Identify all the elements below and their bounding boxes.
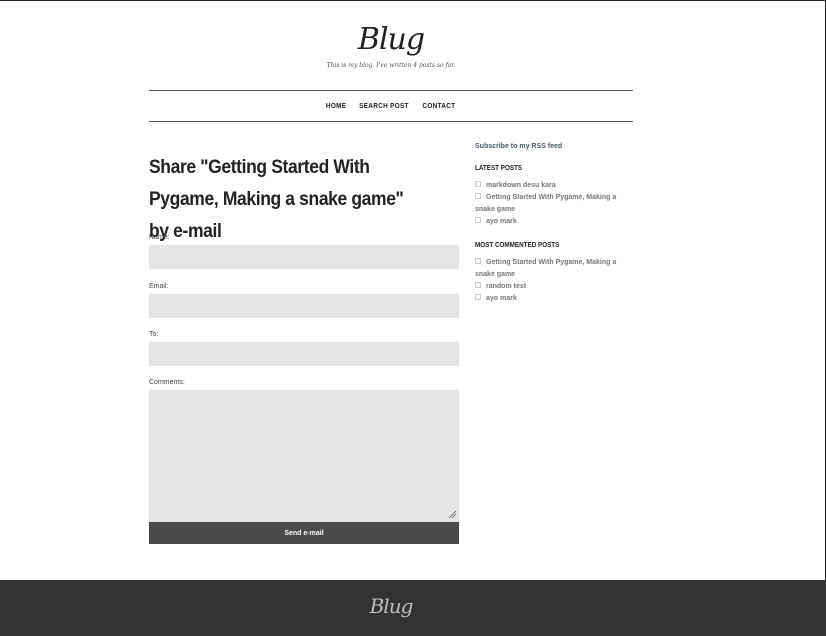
email-label: Email: bbox=[149, 283, 169, 290]
footer: Blug bbox=[0, 580, 826, 636]
most-commented-item[interactable]: ayo mark bbox=[475, 293, 635, 305]
nav-search-post[interactable]: SEARCH POST bbox=[359, 103, 409, 110]
comments-textarea[interactable] bbox=[149, 390, 459, 522]
most-commented-list: Getting Started With Pygame, Making a sn… bbox=[475, 257, 635, 305]
comments-label: Comments: bbox=[149, 379, 185, 386]
square-bullet-icon bbox=[475, 181, 481, 187]
page-title: Share "Getting Started With Pygame, Maki… bbox=[149, 157, 404, 242]
latest-post-item[interactable]: Getting Started With Pygame, Making a sn… bbox=[475, 192, 635, 216]
to-label: To: bbox=[149, 331, 159, 338]
main-nav: HOME SEARCH POST CONTACT bbox=[149, 90, 633, 122]
latest-posts-list: markdown desu kara Getting Started With … bbox=[475, 180, 635, 228]
square-bullet-icon bbox=[475, 258, 481, 264]
site-tagline: This is my blog. I've written 4 posts so… bbox=[326, 62, 456, 69]
nav-home[interactable]: HOME bbox=[326, 103, 346, 110]
square-bullet-icon bbox=[475, 294, 481, 300]
footer-logo[interactable]: Blug bbox=[0, 594, 782, 618]
send-email-button[interactable]: Send e-mail bbox=[149, 522, 459, 544]
to-input[interactable] bbox=[149, 342, 459, 366]
nav-contact[interactable]: CONTACT bbox=[423, 103, 456, 110]
email-input[interactable] bbox=[149, 294, 459, 318]
resize-grip-icon[interactable] bbox=[448, 510, 457, 519]
most-commented-item[interactable]: random test bbox=[475, 281, 635, 293]
most-commented-item[interactable]: Getting Started With Pygame, Making a sn… bbox=[475, 257, 635, 281]
latest-post-item[interactable]: ayo mark bbox=[475, 216, 635, 228]
top-border bbox=[0, 0, 826, 1]
latest-post-item[interactable]: markdown desu kara bbox=[475, 180, 635, 192]
latest-posts-title: LATEST POSTS bbox=[475, 165, 523, 172]
rss-feed-link[interactable]: Subscribe to my RSS feed bbox=[475, 143, 635, 150]
sidebar: Subscribe to my RSS feed LATEST POSTS ma… bbox=[475, 143, 635, 319]
square-bullet-icon bbox=[475, 217, 481, 223]
square-bullet-icon bbox=[475, 282, 481, 288]
square-bullet-icon bbox=[475, 193, 481, 199]
most-commented-title: MOST COMMENTED POSTS bbox=[475, 242, 560, 249]
name-label: Name: bbox=[149, 234, 170, 241]
name-input[interactable] bbox=[149, 245, 459, 269]
site-title[interactable]: Blug bbox=[0, 22, 782, 57]
